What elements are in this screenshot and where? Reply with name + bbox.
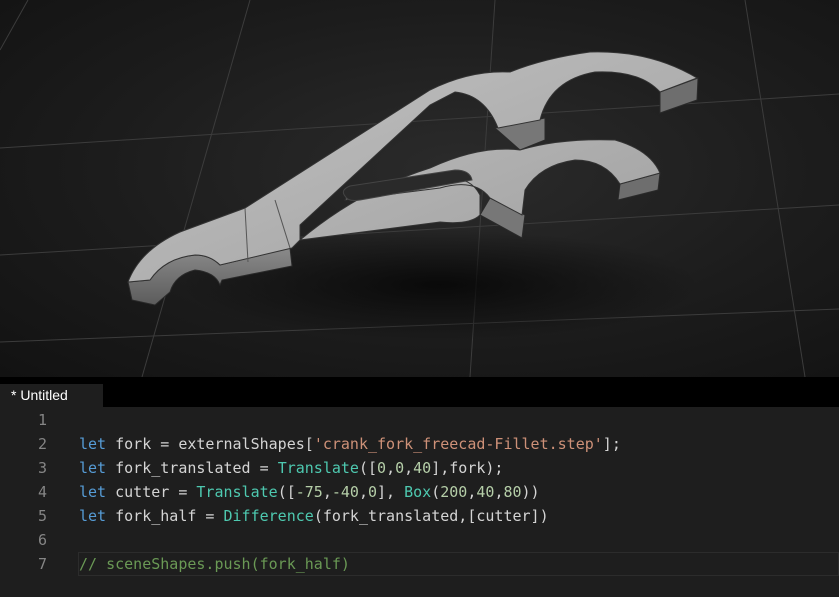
code-token: ],	[377, 483, 405, 501]
line-number: 1	[37, 411, 47, 429]
code-token: 0	[377, 459, 387, 477]
editor-tab-bar: * Untitled	[0, 377, 839, 407]
code-token: ],fork);	[431, 459, 504, 477]
code-token: 80	[503, 483, 522, 501]
code-token: ([	[277, 483, 296, 501]
code-token: ,	[322, 483, 332, 501]
code-token: Translate	[277, 459, 359, 477]
code-token: ,	[404, 459, 414, 477]
code-token: Difference	[223, 507, 314, 525]
code-token: ];	[602, 435, 621, 453]
code-token: ([	[358, 459, 378, 477]
code-text: let cutter = Translate([-75,-40,0], Box(…	[79, 480, 540, 504]
code-line[interactable]: 2 let fork = externalShapes['crank_fork_f…	[0, 432, 839, 456]
code-token: 0	[368, 483, 378, 501]
code-token: 0	[395, 459, 405, 477]
code-token: -40	[331, 483, 359, 501]
code-editor[interactable]: 1 2 let fork = externalShapes['crank_fork_…	[0, 407, 839, 597]
code-text: // sceneShapes.push(fork_half)	[79, 552, 350, 576]
code-token: ,	[358, 483, 368, 501]
code-token: fork_half =	[106, 507, 224, 525]
code-token: (fork_translated,[cutter])	[313, 507, 549, 525]
code-token: let	[79, 507, 107, 525]
line-number: 5	[37, 507, 47, 525]
code-line[interactable]: 3 let fork_translated = Translate([0,0,40…	[0, 456, 839, 480]
code-text: let fork = externalShapes['crank_fork_fr…	[79, 432, 621, 456]
line-number: 3	[37, 459, 47, 477]
code-line[interactable]: 4 let cutter = Translate([-75,-40,0], Box…	[0, 480, 839, 504]
code-token: 40	[413, 459, 432, 477]
code-token: ))	[521, 483, 540, 501]
line-number: 4	[37, 483, 47, 501]
line-number: 7	[37, 555, 47, 573]
tab-untitled[interactable]: * Untitled	[0, 384, 103, 407]
code-token: let	[79, 483, 107, 501]
code-token: fork = externalShapes[	[106, 435, 314, 453]
code-token: 40	[476, 483, 495, 501]
code-text: let fork_translated = Translate([0,0,40]…	[79, 456, 503, 480]
line-number: 2	[37, 435, 47, 453]
code-line[interactable]: 5 let fork_half = Difference(fork_transla…	[0, 504, 839, 528]
code-token: let	[79, 435, 107, 453]
code-token: fork_translated =	[106, 459, 278, 477]
code-text: let fork_half = Difference(fork_translat…	[79, 504, 549, 528]
code-token: -75	[295, 483, 323, 501]
code-token: cutter =	[106, 483, 197, 501]
code-line[interactable]: 7 // sceneShapes.push(fork_half)	[0, 552, 839, 576]
line-number: 6	[37, 531, 47, 549]
code-token: 200	[440, 483, 468, 501]
code-token: Translate	[196, 483, 278, 501]
viewport-canvas[interactable]	[0, 0, 839, 377]
code-token: let	[79, 459, 107, 477]
code-token: // sceneShapes.push(fork_half)	[79, 555, 350, 573]
code-line[interactable]: 1	[0, 408, 839, 432]
3d-viewport[interactable]	[0, 0, 839, 377]
code-token: 'crank_fork_freecad-Fillet.step'	[313, 435, 603, 453]
code-token: (	[431, 483, 441, 501]
code-line[interactable]: 6	[0, 528, 839, 552]
code-token: ,	[386, 459, 396, 477]
code-token: Box	[404, 483, 432, 501]
